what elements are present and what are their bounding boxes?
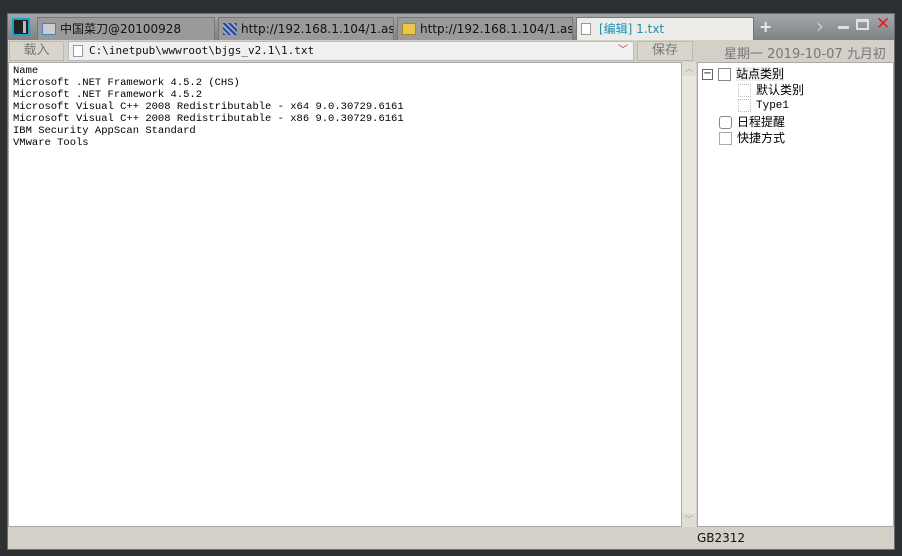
tab-label: http://192.168.1.104/1.asp: [241, 22, 394, 36]
tree-label: 日程提醒: [737, 115, 786, 129]
encoding-label[interactable]: GB2312: [697, 531, 745, 545]
tree-node-type1[interactable]: Type1: [738, 98, 789, 114]
collapse-icon[interactable]: −: [702, 69, 713, 80]
clock-icon: [719, 116, 732, 129]
document-icon: [581, 23, 591, 35]
add-tab-button[interactable]: +: [759, 17, 772, 36]
path-input[interactable]: C:\inetpub\wwwroot\bjgs_v2.1\1.txt ﹀: [68, 41, 634, 61]
tree-label: 快捷方式: [737, 131, 786, 145]
tree-node-default[interactable]: 默认类别: [738, 82, 804, 98]
tree-node-schedule[interactable]: 日程提醒: [719, 114, 785, 130]
scroll-down-button[interactable]: ﹀: [682, 513, 696, 527]
tab-editor[interactable]: [编辑] 1.txt: [576, 17, 754, 40]
folder-icon: [738, 84, 751, 97]
tab-shell[interactable]: http://192.168.1.104/1.asp: [218, 17, 394, 40]
editor-line: Microsoft .NET Framework 4.5.2 (CHS): [13, 77, 240, 89]
chevron-down-icon[interactable]: ﹀: [618, 42, 628, 60]
app-window: 中国菜刀@20100928 http://192.168.1.104/1.asp…: [7, 13, 895, 550]
load-button[interactable]: 载入: [9, 41, 64, 61]
tree-node-root[interactable]: − 站点类别: [702, 66, 785, 82]
tree-node-shortcuts[interactable]: 快捷方式: [719, 130, 785, 146]
category-tree: − 站点类别 默认类别 Type1 日程提醒 快捷方式: [697, 62, 894, 527]
editor-line: VMware Tools: [13, 137, 89, 149]
editor-line: Name: [13, 65, 39, 77]
editor-line: IBM Security AppScan Standard: [13, 125, 196, 137]
vertical-scrollbar[interactable]: ︿ ﹀: [682, 62, 696, 527]
tab-label: http://192.168.1.104/1.asp: [420, 22, 573, 36]
tab-site-list[interactable]: 中国菜刀@20100928: [37, 17, 215, 40]
close-button[interactable]: ✕: [876, 14, 890, 34]
document-icon: [73, 45, 83, 57]
app-icon[interactable]: [12, 18, 30, 36]
shell-icon: [223, 23, 237, 35]
text-editor[interactable]: Name Microsoft .NET Framework 4.5.2 (CHS)…: [8, 62, 682, 527]
hand-icon: [719, 132, 732, 145]
tree-label: Type1: [756, 100, 790, 112]
status-bar: GB2312: [8, 527, 894, 549]
tab-file-manager[interactable]: http://192.168.1.104/1.asp: [397, 17, 573, 40]
tab-label: [编辑] 1.txt: [599, 22, 665, 36]
folder-icon: [738, 98, 751, 112]
editor-line: Microsoft .NET Framework 4.5.2: [13, 89, 203, 101]
folder-icon: [402, 23, 416, 35]
editor-line: Microsoft Visual C++ 2008 Redistributabl…: [13, 113, 404, 125]
save-button[interactable]: 保存: [637, 41, 693, 61]
toolbar: 载入 C:\inetpub\wwwroot\bjgs_v2.1\1.txt ﹀ 保…: [8, 40, 894, 81]
scroll-up-button[interactable]: ︿: [682, 62, 696, 76]
path-value: C:\inetpub\wwwroot\bjgs_v2.1\1.txt: [89, 44, 315, 57]
title-bar: 中国菜刀@20100928 http://192.168.1.104/1.asp…: [8, 14, 894, 40]
maximize-button[interactable]: [856, 19, 869, 30]
tab-label: 中国菜刀@20100928: [60, 22, 182, 36]
next-tab-button[interactable]: ›: [816, 14, 824, 38]
category-icon: [718, 68, 731, 81]
tree-label: 默认类别: [756, 83, 805, 97]
editor-line: Microsoft Visual C++ 2008 Redistributabl…: [13, 101, 404, 113]
site-icon: [42, 23, 56, 35]
minimize-button[interactable]: [838, 26, 849, 29]
tree-label: 站点类别: [736, 67, 785, 81]
